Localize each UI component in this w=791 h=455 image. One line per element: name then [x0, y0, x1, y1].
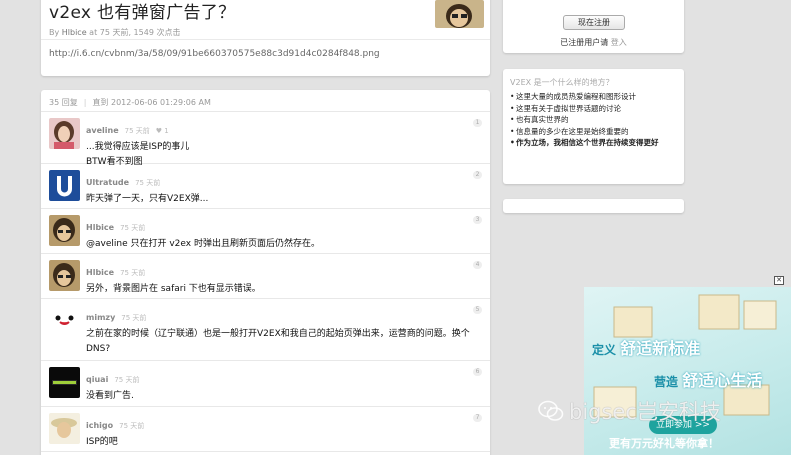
reply-floor: 4: [473, 261, 482, 269]
topic-meta-prefix: By: [49, 28, 62, 37]
avatar[interactable]: [49, 215, 80, 246]
topic-author-avatar[interactable]: [435, 0, 484, 28]
watermark: bigsec岂安科技: [538, 396, 721, 426]
register-hint-text: 已注册用户请: [560, 38, 611, 47]
reply-floor: 5: [473, 306, 482, 314]
watermark-text: bigsec岂安科技: [569, 400, 721, 424]
replies-until: 直到 2012-06-06 01:29:06 AM: [92, 98, 211, 107]
reply-floor: 3: [473, 216, 482, 224]
ad-headline-2: 营造 舒适心生活: [654, 367, 762, 391]
reply-author[interactable]: Hlbice: [86, 268, 114, 277]
topic-meta: By Hlbice at 75 天前, 1549 次点击: [49, 27, 180, 38]
reply-time: 75 天前: [124, 127, 150, 135]
wechat-icon: [538, 400, 564, 421]
reply-time: 75 天前: [121, 314, 147, 322]
reply-item: ichigo 75 天前 7 ISP的吧: [41, 407, 490, 452]
about-item: 作为立场，我相信这个世界在持续变得更好: [510, 137, 680, 149]
topic-title: v2ex 也有弹窗广告了？: [49, 3, 236, 23]
ad-close-button[interactable]: ✕: [774, 276, 784, 285]
avatar[interactable]: [49, 118, 80, 149]
about-panel: V2EX 是一个什么样的地方？ 这里大量的成员热爱编程和图形设计 这里有关于虚拟…: [503, 69, 684, 184]
topic-header: v2ex 也有弹窗广告了？ By Hlbice at 75 天前, 1549 次…: [41, 0, 490, 76]
register-panel: 现在注册 已注册用户请 登入: [503, 0, 684, 53]
reply-floor: 1: [473, 119, 482, 127]
reply-content: ISP的吧: [86, 437, 118, 447]
reply-floor: 7: [473, 414, 482, 422]
ad-popup[interactable]: 定义 舒适新标准 营造 舒适心生活 立即参加 >> 更有万元好礼等你拿！: [584, 287, 791, 455]
reply-item: Hlbice 75 天前 4 另外，背景图片在 safari 下也有显示错误。: [41, 254, 490, 299]
replies-header: 35 回复 | 直到 2012-06-06 01:29:06 AM: [41, 90, 490, 112]
replies-panel: 35 回复 | 直到 2012-06-06 01:29:06 AM aveline 7…: [41, 90, 490, 455]
topic-image-link[interactable]: http://i.6.cn/cvbnm/3a/58/09/91be6603705…: [49, 49, 380, 59]
ad-headline-1a: 定义: [592, 343, 617, 357]
ad-headline-2b: 舒适心生活: [682, 371, 763, 390]
sidebar-empty-panel: [503, 199, 684, 213]
reply-author[interactable]: Ultratude: [86, 178, 129, 187]
reply-time: 75 天前: [135, 179, 161, 187]
avatar[interactable]: [49, 413, 80, 444]
reply-time: 75 天前: [114, 376, 140, 384]
reply-item: mimzy 75 天前 5 之前在家的时候（辽宁联通）也是一般打开V2EX和我自己…: [41, 299, 490, 361]
reply-content: @aveline 只在打开 v2ex 时弹出且刷新页面后仍然存在。: [86, 239, 320, 249]
ad-headline-1b: 舒适新标准: [620, 339, 701, 358]
reply-item: Ultratude 75 天前 2 昨天弹了一天，只有V2EX弹...: [41, 164, 490, 209]
about-item: 信息量的多少在这里是始终重要的: [510, 126, 680, 138]
ad-headline-2a: 营造: [654, 375, 679, 389]
reply-author[interactable]: Hlbice: [86, 223, 114, 232]
reply-time: 75 天前: [120, 269, 146, 277]
reply-content: 没看到广告.: [86, 391, 134, 401]
reply-item: aveline 75 天前 ♥ 1 1 ...我觉得应该是ISP的事儿 BTW看不到…: [41, 112, 490, 167]
topic-divider: [41, 39, 490, 40]
topic-meta-rest: at 75 天前, 1549 次点击: [86, 28, 181, 37]
reply-author[interactable]: mimzy: [86, 313, 115, 322]
ad-headline-1: 定义 舒适新标准: [592, 335, 700, 359]
reply-item: qiuai 75 天前 6 没看到广告.: [41, 361, 490, 407]
reply-content: 另外，背景图片在 safari 下也有显示错误。: [86, 284, 261, 294]
ad-footer-text: 更有万元好礼等你拿！: [609, 437, 719, 450]
about-item: 这里有关于虚拟世界话题的讨论: [510, 103, 680, 115]
login-link[interactable]: 登入: [611, 38, 627, 47]
register-button[interactable]: 现在注册: [563, 15, 625, 30]
reply-heart-count: ♥ 1: [155, 127, 169, 135]
about-title: V2EX 是一个什么样的地方？: [510, 78, 614, 87]
reply-time: 75 天前: [119, 422, 145, 430]
replies-separator: |: [83, 98, 87, 107]
reply-item: Hlbice 75 天前 3 @aveline 只在打开 v2ex 时弹出且刷新页…: [41, 209, 490, 254]
reply-time: 75 天前: [120, 224, 146, 232]
about-list: 这里大量的成员热爱编程和图形设计 这里有关于虚拟世界话题的讨论 也有真实世界的 …: [510, 91, 680, 149]
avatar[interactable]: [49, 260, 80, 291]
reply-author[interactable]: aveline: [86, 126, 119, 135]
reply-floor: 6: [473, 368, 482, 376]
about-item: 这里大量的成员热爱编程和图形设计: [510, 91, 680, 103]
register-hint: 已注册用户请 登入: [503, 37, 684, 48]
reply-floor: 2: [473, 171, 482, 179]
reply-content: 之前在家的时候（辽宁联通）也是一般打开V2EX和我自己的起始页弹出来，运营商的问…: [86, 329, 470, 354]
replies-count: 35 回复: [49, 98, 78, 107]
avatar[interactable]: [49, 367, 80, 398]
reply-content: 昨天弹了一天，只有V2EX弹...: [86, 194, 209, 204]
reply-author[interactable]: qiuai: [86, 375, 108, 384]
avatar[interactable]: [49, 170, 80, 201]
reply-author[interactable]: ichigo: [86, 421, 113, 430]
avatar[interactable]: [49, 305, 80, 336]
topic-author-link[interactable]: Hlbice: [62, 28, 87, 37]
about-item: 也有真实世界的: [510, 114, 680, 126]
